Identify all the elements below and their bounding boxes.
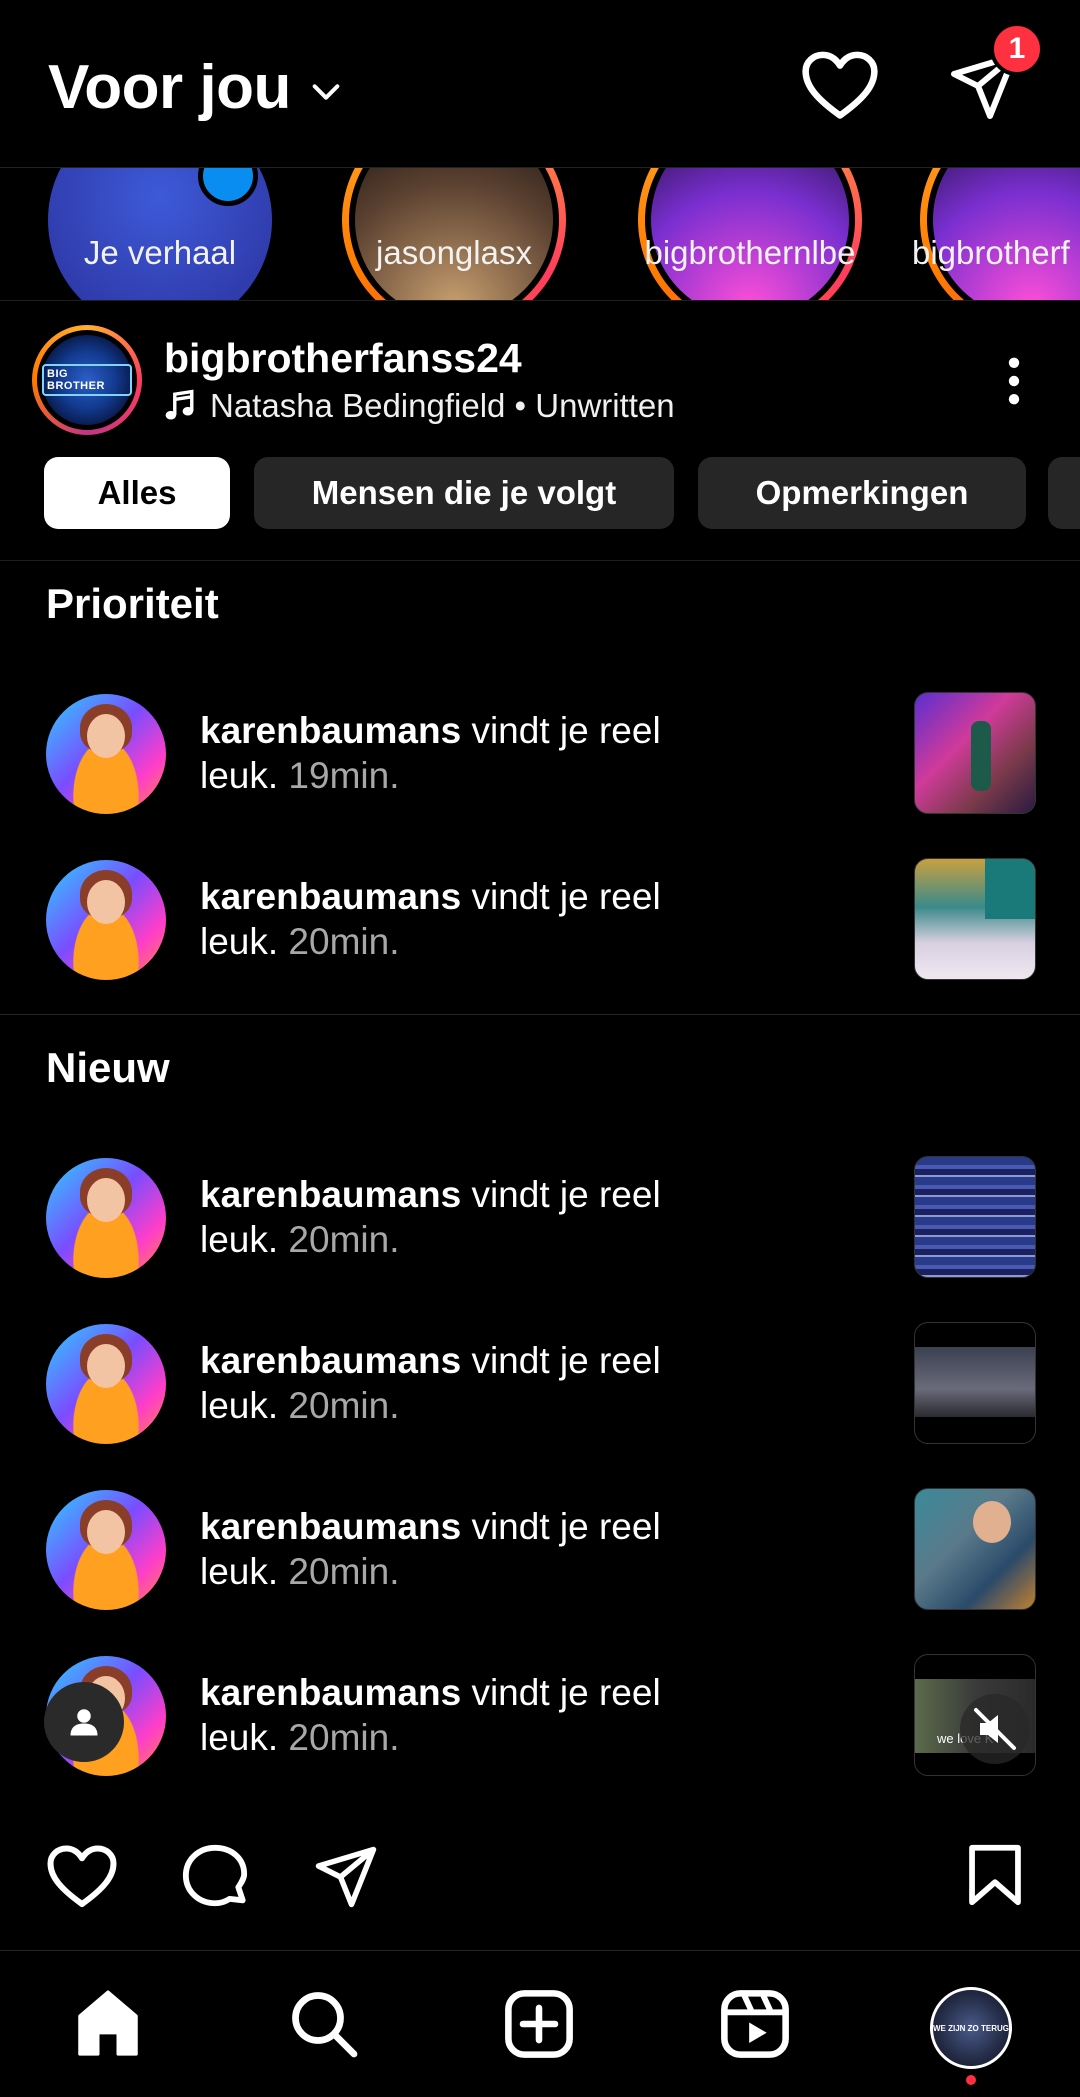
- avatar[interactable]: [46, 1158, 166, 1278]
- notification-text: karenbaumans vindt je reel leuk. 20min.: [200, 1506, 661, 1592]
- music-note-icon: [165, 389, 194, 420]
- story-item[interactable]: bigbrothernlbe: [630, 168, 870, 300]
- notification-badge: 1: [990, 22, 1044, 76]
- notification-text: karenbaumans vindt je reel leuk. 20min.: [200, 1672, 661, 1758]
- notification-text: karenbaumans vindt je reel leuk. 19min.: [200, 710, 661, 796]
- stories-row: Je verhaal jasonglasx bigbrothernlbe big…: [0, 168, 1080, 301]
- list-item[interactable]: karenbaumans vindt je reel leuk. 20min.: [0, 1314, 1080, 1454]
- list-item[interactable]: karenbaumans vindt je reel leuk. 19min.: [0, 684, 1080, 824]
- filter-comments[interactable]: Opmerkingen: [698, 457, 1026, 529]
- post-avatar[interactable]: BIG BROTHER: [32, 325, 142, 435]
- list-item[interactable]: karenbaumans vindt je reel leuk. 20min.: [0, 1148, 1080, 1288]
- section-title-new: Nieuw: [46, 1044, 170, 1091]
- heart-icon[interactable]: [46, 1844, 118, 1910]
- post-music[interactable]: Natasha Bedingfield • Unwritten: [164, 387, 675, 425]
- post-header: BIG BROTHER bigbrotherfanss24 Natasha Be…: [0, 301, 1080, 451]
- notification-text: karenbaumans vindt je reel leuk. 20min.: [200, 876, 661, 962]
- speaker-muted-icon: [974, 1708, 1016, 1750]
- heart-icon[interactable]: [800, 50, 880, 122]
- reel-thumbnail[interactable]: [914, 858, 1036, 980]
- bottom-navigation: WE ZIJN ZO TERUG: [0, 1950, 1080, 2097]
- notification-text: karenbaumans vindt je reel leuk. 20min.: [200, 1174, 661, 1260]
- profile-avatar-text: WE ZIJN ZO TERUG: [933, 2023, 1009, 2033]
- section-title-priority: Prioriteit: [46, 580, 219, 627]
- avatar[interactable]: [46, 694, 166, 814]
- list-item[interactable]: karenbaumans vindt je reel leuk. 20min. …: [0, 1646, 1080, 1786]
- mute-button[interactable]: [960, 1694, 1030, 1764]
- reel-thumbnail[interactable]: [914, 692, 1036, 814]
- post-username[interactable]: bigbrotherfanss24: [164, 335, 522, 382]
- story-item[interactable]: Je verhaal: [40, 168, 280, 300]
- bookmark-icon[interactable]: [966, 1842, 1024, 1908]
- search-icon[interactable]: [288, 1987, 360, 2061]
- chevron-down-icon: [312, 83, 340, 100]
- share-icon[interactable]: [312, 1844, 380, 1910]
- page-title: Voor jou: [48, 53, 291, 122]
- more-options-icon[interactable]: [1000, 355, 1028, 407]
- reel-thumbnail[interactable]: [914, 1322, 1036, 1444]
- avatar[interactable]: [46, 860, 166, 980]
- filter-more[interactable]: [1048, 457, 1080, 529]
- story-item[interactable]: bigbrotherf: [912, 168, 1080, 300]
- logo: BIG BROTHER: [42, 364, 132, 396]
- story-label: Je verhaal: [83, 234, 237, 271]
- story-label: jasonglasx: [376, 234, 532, 271]
- profile-avatar[interactable]: WE ZIJN ZO TERUG: [930, 1987, 1012, 2069]
- tagged-people-button[interactable]: [44, 1682, 124, 1762]
- list-item[interactable]: karenbaumans vindt je reel leuk. 20min.: [0, 850, 1080, 990]
- comment-icon[interactable]: [180, 1842, 250, 1912]
- reel-thumbnail[interactable]: [914, 1156, 1036, 1278]
- filter-chips: Alles Mensen die je volgt Opmerkingen: [0, 451, 1080, 561]
- list-item[interactable]: karenbaumans vindt je reel leuk. 20min.: [0, 1480, 1080, 1620]
- post-action-bar: [0, 1830, 1080, 1950]
- feed-selector[interactable]: Voor jou: [48, 52, 343, 123]
- top-header: Voor jou 1: [0, 0, 1080, 168]
- reels-icon[interactable]: [720, 1989, 790, 2059]
- reel-thumbnail[interactable]: [914, 1488, 1036, 1610]
- filter-all[interactable]: Alles: [44, 457, 230, 529]
- divider: [0, 1014, 1080, 1015]
- notification-text: karenbaumans vindt je reel leuk. 20min.: [200, 1340, 661, 1426]
- person-icon: [70, 1709, 98, 1736]
- music-label: Natasha Bedingfield • Unwritten: [210, 387, 675, 424]
- avatar[interactable]: [46, 1490, 166, 1610]
- create-icon[interactable]: [504, 1989, 574, 2059]
- story-label: bigbrothernlbe: [644, 234, 856, 271]
- notification-dot: [966, 2075, 976, 2085]
- story-item[interactable]: jasonglasx: [334, 168, 574, 300]
- filter-following[interactable]: Mensen die je volgt: [254, 457, 674, 529]
- story-label: bigbrotherf: [912, 234, 1070, 271]
- avatar[interactable]: [46, 1324, 166, 1444]
- home-icon[interactable]: [74, 1987, 142, 2059]
